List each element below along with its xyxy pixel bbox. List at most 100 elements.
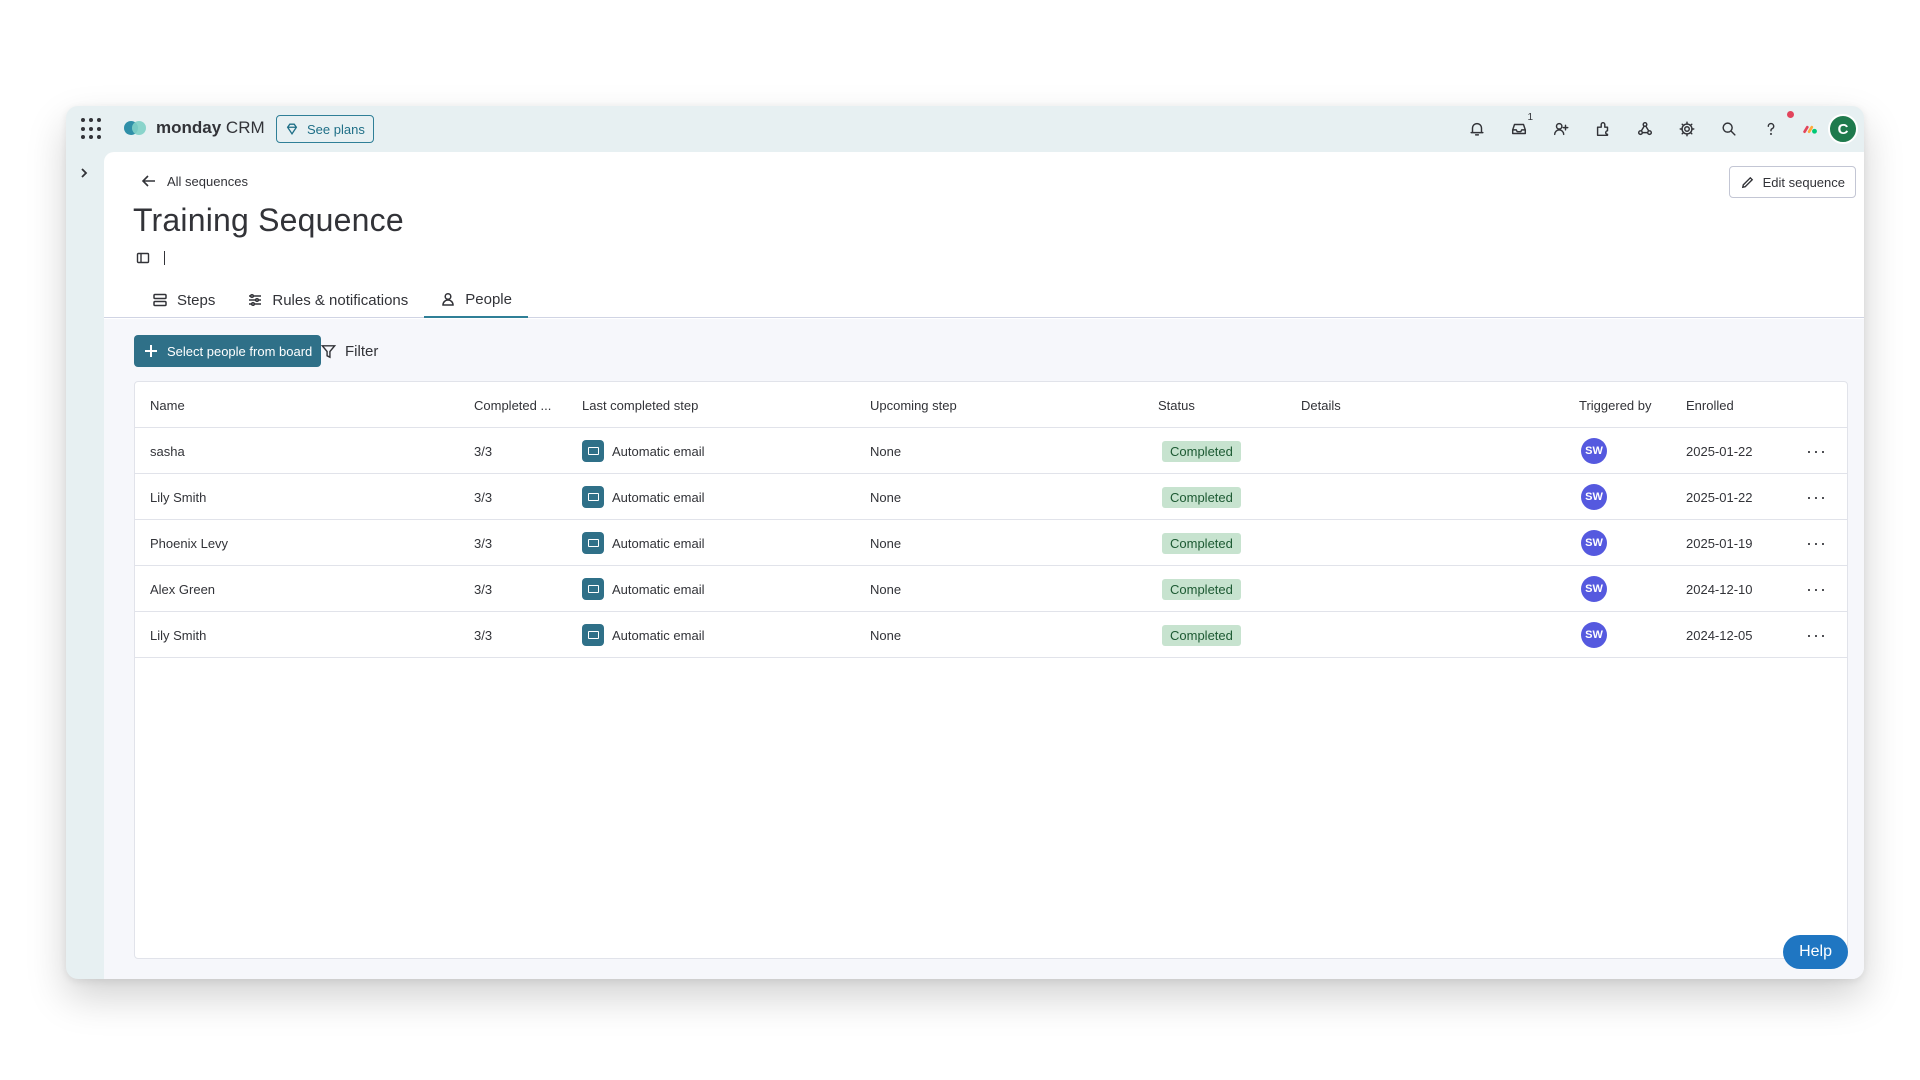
notifications-bell-icon[interactable] [1456, 106, 1498, 152]
cell-completed: 3/3 [474, 581, 493, 597]
help-question-icon[interactable] [1750, 106, 1794, 152]
people-table: Name Completed ... Last completed step U… [134, 381, 1848, 959]
status-badge: Completed [1162, 624, 1241, 646]
more-dots-icon: ··· [1806, 624, 1827, 645]
table-row[interactable]: sasha 3/3 Automatic email None Completed SW 20… [135, 428, 1847, 474]
column-header-triggered-by[interactable]: Triggered by [1579, 382, 1652, 428]
tabs: Steps Rules & notifications People [136, 282, 528, 318]
cell-name[interactable]: sasha [150, 428, 185, 474]
cell-name[interactable]: Lily Smith [150, 612, 206, 658]
cell-status: Completed [1158, 566, 1241, 612]
avatar[interactable]: SW [1581, 530, 1607, 556]
tab-steps[interactable]: Steps [136, 282, 231, 318]
table-row[interactable]: Phoenix Levy 3/3 Automatic email None Comple… [135, 520, 1847, 566]
app-grid-icon[interactable] [81, 118, 103, 140]
brand-name: monday CRM [156, 118, 265, 137]
avatar[interactable]: SW [1581, 484, 1607, 510]
column-header-enrolled[interactable]: Enrolled [1686, 382, 1734, 428]
integrations-icon[interactable] [1582, 106, 1624, 152]
table-header-row: Name Completed ... Last completed step U… [135, 382, 1847, 428]
cell-upcoming-step: None [870, 581, 902, 597]
inbox-icon[interactable]: 1 [1498, 106, 1540, 152]
cell-last-step[interactable]: Automatic email [582, 566, 704, 612]
app-window: monday CRM See plans 1 C All sequences T… [66, 106, 1864, 979]
cell-triggered-by: SW [1579, 428, 1607, 474]
monday-apps-icon[interactable] [1792, 106, 1828, 152]
back-label: All sequences [167, 173, 248, 189]
plus-icon [145, 345, 157, 357]
column-header-name[interactable]: Name [150, 382, 185, 428]
sequence-header: All sequences Training Sequence Edit seq… [104, 152, 1864, 318]
pencil-icon [1741, 176, 1753, 188]
filter-label: Filter [345, 342, 379, 360]
row-more-menu[interactable]: ··· [1806, 520, 1827, 566]
avatar[interactable]: SW [1581, 622, 1607, 648]
column-header-completed[interactable]: Completed ... [474, 382, 551, 428]
person-icon [442, 292, 455, 306]
row-more-menu[interactable]: ··· [1806, 428, 1827, 474]
top-bar: monday CRM See plans 1 C [66, 106, 1864, 152]
panel-icon[interactable] [136, 251, 150, 265]
cell-enrolled: 2025-01-19 [1686, 535, 1753, 551]
email-step-icon [582, 578, 604, 600]
see-plans-button[interactable]: See plans [276, 115, 374, 143]
status-badge: Completed [1162, 578, 1241, 600]
email-step-icon [582, 486, 604, 508]
column-header-details[interactable]: Details [1301, 382, 1341, 428]
help-button[interactable]: Help [1783, 935, 1848, 969]
title-subrow [136, 251, 165, 265]
cell-status: Completed [1158, 474, 1241, 520]
row-more-menu[interactable]: ··· [1806, 474, 1827, 520]
status-badge: Completed [1162, 440, 1241, 462]
last-step-label: Automatic email [612, 443, 705, 459]
all-sequences-link[interactable]: All sequences [140, 172, 248, 190]
row-more-menu[interactable]: ··· [1806, 612, 1827, 658]
invite-members-icon[interactable] [1540, 106, 1582, 152]
last-step-label: Automatic email [612, 489, 705, 505]
column-header-upcoming-step[interactable]: Upcoming step [870, 382, 957, 428]
cell-status: Completed [1158, 612, 1241, 658]
cell-last-step[interactable]: Automatic email [582, 612, 704, 658]
more-dots-icon: ··· [1806, 532, 1827, 553]
cell-status: Completed [1158, 428, 1241, 474]
search-icon[interactable] [1708, 106, 1750, 152]
cell-triggered-by: SW [1579, 520, 1607, 566]
settings-gear-icon[interactable] [1666, 106, 1708, 152]
tab-rules-notifications[interactable]: Rules & notifications [231, 282, 424, 318]
column-header-last-step[interactable]: Last completed step [582, 382, 698, 428]
tab-people[interactable]: People [424, 282, 528, 318]
cell-enrolled: 2024-12-10 [1686, 581, 1753, 597]
row-more-menu[interactable]: ··· [1806, 566, 1827, 612]
cell-name[interactable]: Lily Smith [150, 474, 206, 520]
email-step-icon [582, 624, 604, 646]
edit-sequence-button[interactable]: Edit sequence [1728, 166, 1856, 198]
edit-sequence-label: Edit sequence [1762, 174, 1845, 190]
cell-last-step[interactable]: Automatic email [582, 474, 704, 520]
user-avatar[interactable]: C [1828, 114, 1858, 144]
cell-name[interactable]: Phoenix Levy [150, 520, 228, 566]
avatar[interactable]: SW [1581, 576, 1607, 602]
page-title: Training Sequence [133, 202, 404, 238]
filter-button[interactable]: Filter [320, 335, 378, 367]
workflows-icon[interactable] [1624, 106, 1666, 152]
table-row[interactable]: Lily Smith 3/3 Automatic email None Complete… [135, 612, 1847, 658]
cell-last-step[interactable]: Automatic email [582, 428, 704, 474]
table-row[interactable]: Alex Green 3/3 Automatic email None Complete… [135, 566, 1847, 612]
cell-last-step[interactable]: Automatic email [582, 520, 704, 566]
main-panel: All sequences Training Sequence Edit seq… [104, 152, 1864, 979]
cell-status: Completed [1158, 520, 1241, 566]
sidebar-expand-button[interactable] [66, 152, 102, 979]
cell-upcoming-step: None [870, 489, 902, 505]
table-row[interactable]: Lily Smith 3/3 Automatic email None Complete… [135, 474, 1847, 520]
more-dots-icon: ··· [1806, 486, 1827, 507]
description-input-cursor[interactable] [164, 251, 165, 265]
last-step-label: Automatic email [612, 627, 705, 643]
cell-name[interactable]: Alex Green [150, 566, 215, 612]
select-people-button[interactable]: Select people from board [134, 335, 322, 367]
email-step-icon [582, 532, 604, 554]
avatar[interactable]: SW [1581, 438, 1607, 464]
cell-completed: 3/3 [474, 535, 493, 551]
column-header-status[interactable]: Status [1158, 382, 1195, 428]
logo[interactable]: monday CRM [124, 118, 265, 138]
chevron-right-icon [81, 168, 88, 178]
